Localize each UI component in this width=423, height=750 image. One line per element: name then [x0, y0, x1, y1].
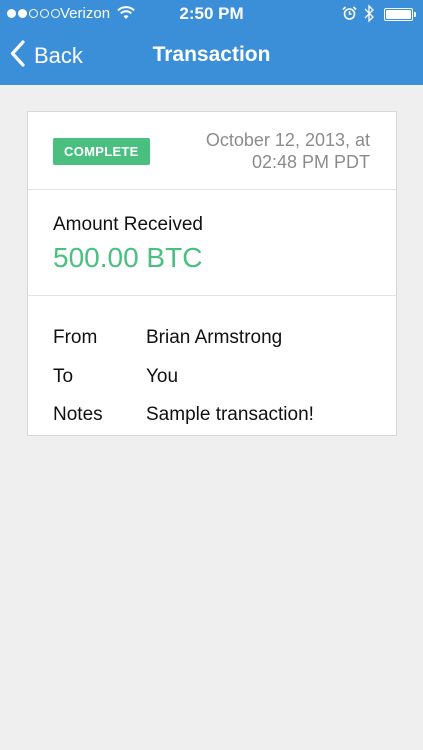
bluetooth-icon: [363, 4, 375, 27]
detail-row-from: From Brian Armstrong: [28, 319, 396, 358]
status-time: 2:50 PM: [179, 4, 244, 23]
nav-header: Verizon 2:50 PM Back Transaction: [0, 0, 423, 85]
detail-row-to: To You: [28, 358, 396, 397]
amount-row: Amount Received 500.00 BTC: [28, 190, 396, 296]
detail-key: Notes: [53, 404, 103, 426]
transaction-card: COMPLETE October 12, 2013, at 02:48 PM P…: [27, 111, 397, 436]
status-row: COMPLETE October 12, 2013, at 02:48 PM P…: [28, 112, 396, 190]
page-title: Transaction: [152, 43, 271, 66]
alarm-icon: [342, 6, 357, 25]
amount-value: 500.00 BTC: [53, 242, 203, 273]
detail-key: From: [53, 327, 98, 349]
detail-value: You: [146, 365, 179, 387]
amount-label: Amount Received: [53, 214, 203, 235]
status-bar: Verizon 2:50 PM: [0, 0, 423, 28]
detail-key: To: [53, 365, 74, 387]
details-section: From Brian Armstrong To You Notes Sample…: [28, 296, 396, 435]
timestamp-date: October 12, 2013, at: [205, 130, 370, 150]
timestamp-time: 02:48 PM PDT: [251, 152, 370, 172]
detail-value: Sample transaction!: [146, 404, 314, 426]
status-badge: COMPLETE: [53, 138, 150, 165]
battery-icon: [384, 8, 413, 21]
detail-value: Brian Armstrong: [146, 327, 283, 349]
transaction-timestamp: October 12, 2013, at 02:48 PM PDT: [180, 129, 370, 173]
detail-row-notes: Notes Sample transaction!: [28, 396, 396, 435]
